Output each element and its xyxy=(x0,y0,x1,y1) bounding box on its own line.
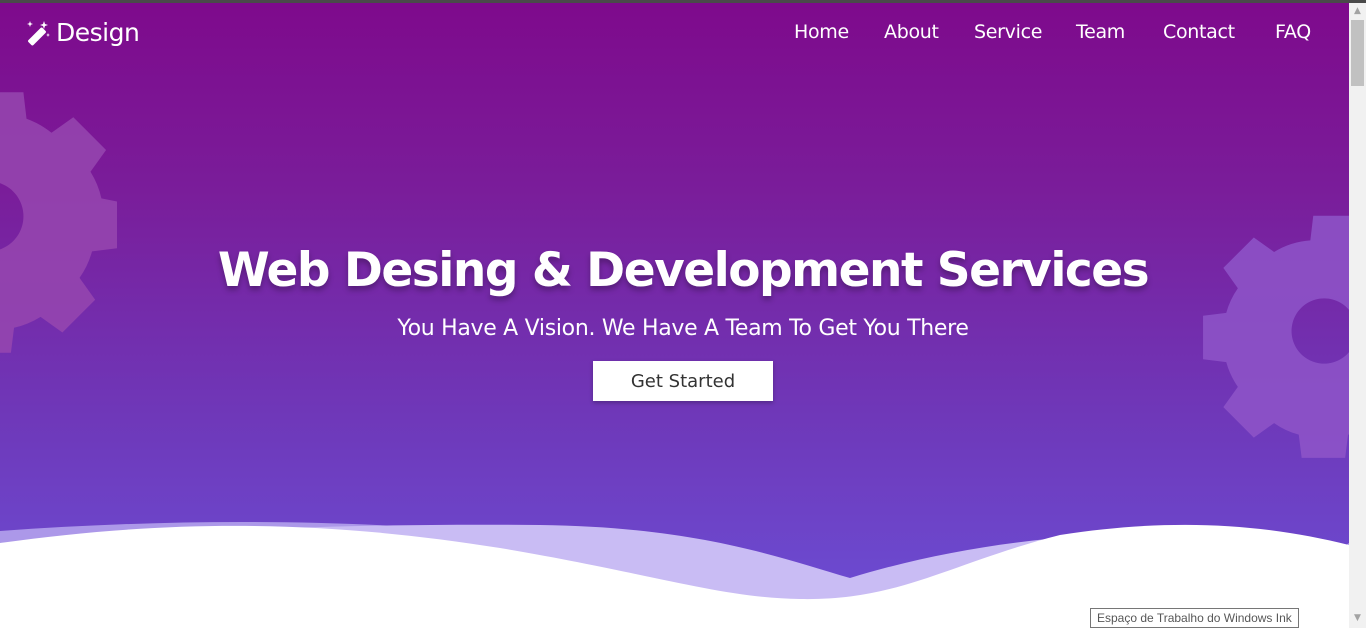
get-started-button[interactable]: Get Started xyxy=(593,361,773,401)
hero-headline: Web Desing & Development Services xyxy=(217,243,1150,298)
scroll-down-arrow-icon[interactable]: ▼ xyxy=(1349,610,1366,627)
windows-ink-tooltip: Espaço de Trabalho do Windows Ink xyxy=(1090,608,1299,628)
hero-subheadline: You Have A Vision. We Have A Team To Get… xyxy=(397,316,969,341)
window-top-border xyxy=(0,0,1366,3)
top-navbar: Design Home About Service Team Contact F… xyxy=(0,3,1349,63)
nav-link-faq[interactable]: FAQ xyxy=(1275,21,1311,43)
hero-section: Design Home About Service Team Contact F… xyxy=(0,3,1349,628)
scroll-up-arrow-icon[interactable]: ▲ xyxy=(1349,3,1366,20)
nav-link-home[interactable]: Home xyxy=(794,21,849,43)
nav-link-about[interactable]: About xyxy=(884,21,939,43)
nav-link-team[interactable]: Team xyxy=(1076,21,1125,43)
scrollbar-thumb[interactable] xyxy=(1351,20,1364,86)
vertical-scrollbar[interactable]: ▲ ▼ xyxy=(1349,3,1366,628)
nav-link-service[interactable]: Service xyxy=(974,21,1042,43)
nav-menu: Home About Service Team Contact FAQ xyxy=(0,21,1349,51)
nav-link-contact[interactable]: Contact xyxy=(1163,21,1235,43)
